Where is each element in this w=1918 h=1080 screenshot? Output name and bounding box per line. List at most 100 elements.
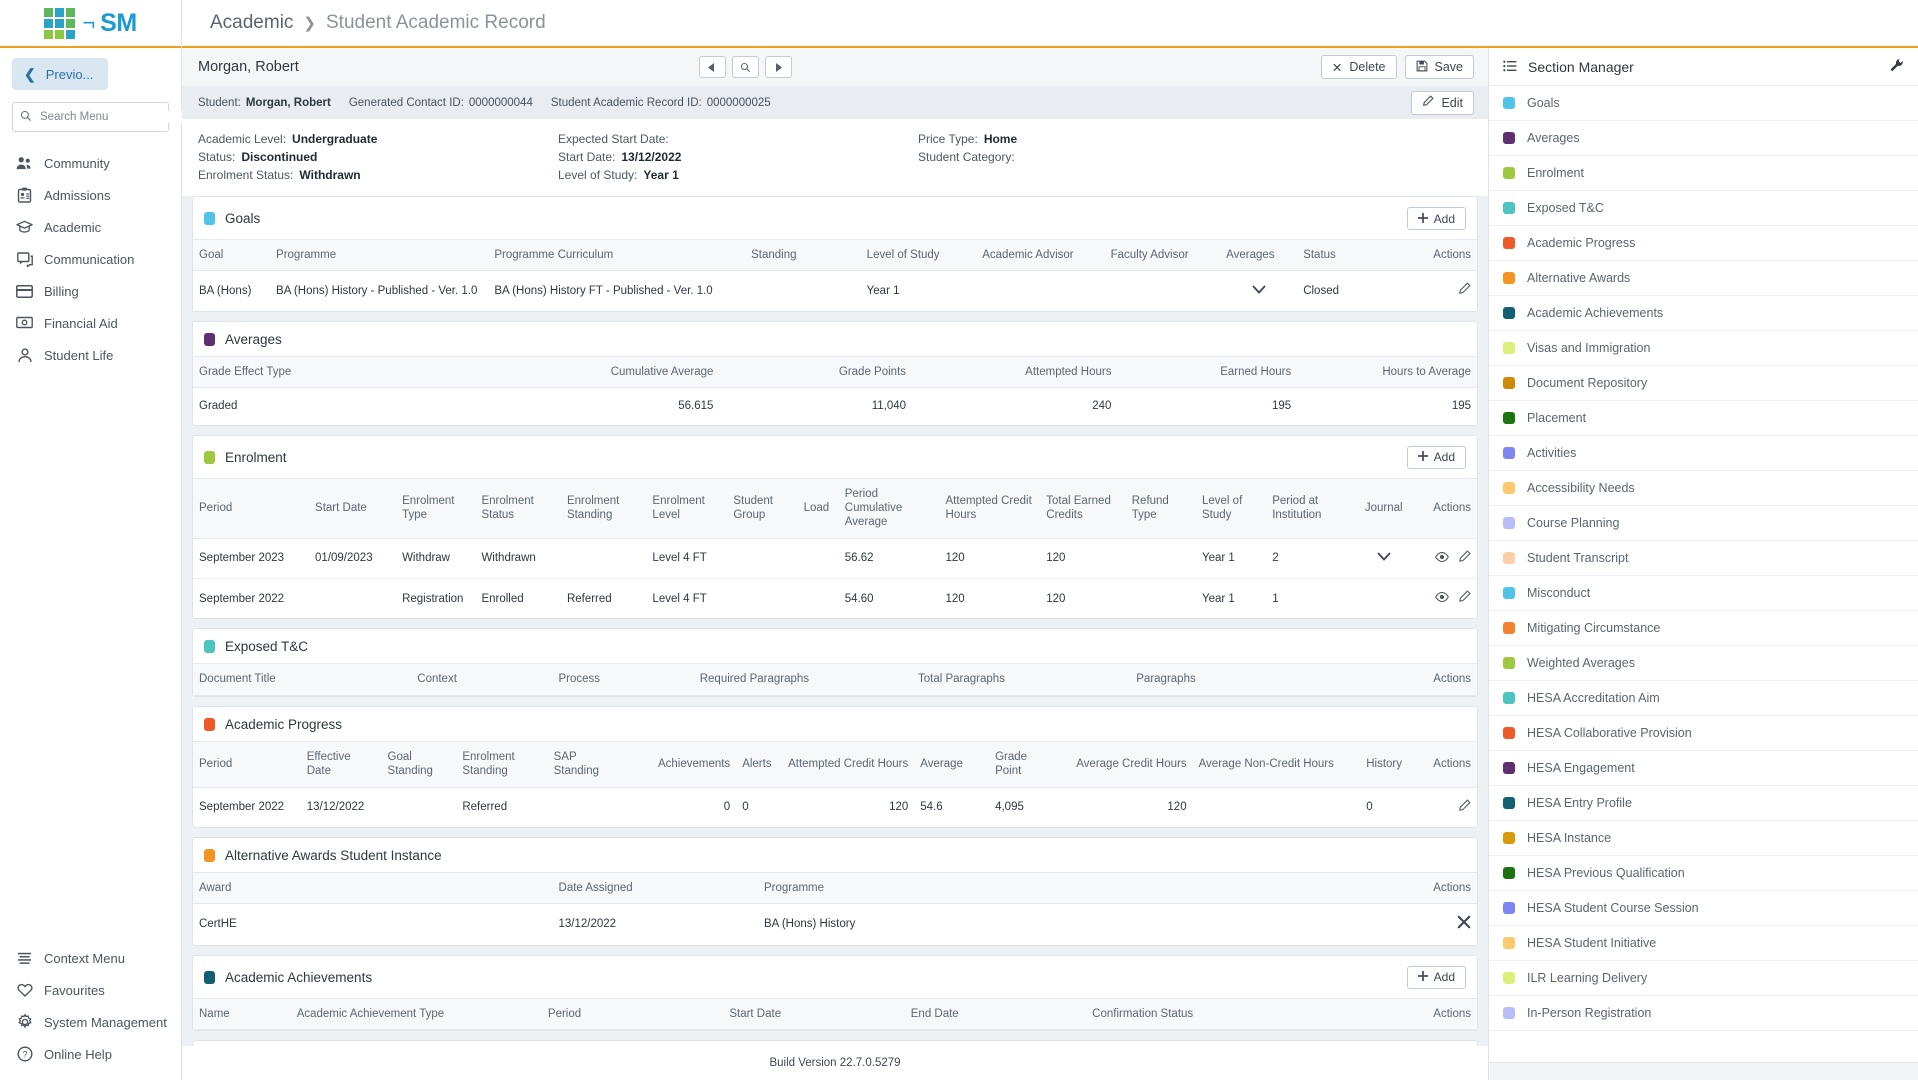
sidebar-item-academic[interactable]: Academic [0,211,181,243]
column-header: Cumulative Average [501,355,720,389]
remove-icon[interactable] [1457,915,1471,933]
section-color-swatch [1503,237,1515,249]
section-manager-item-hesa-accreditation-aim[interactable]: HESA Accreditation Aim [1489,681,1918,716]
section-manager-item-academic-progress[interactable]: Academic Progress [1489,226,1918,261]
edit-icon[interactable] [1458,282,1471,299]
column-header: Achievements [625,740,737,788]
sidebar-item-student-life[interactable]: Student Life [0,339,181,371]
sidebar-item-financial-aid[interactable]: Financial Aid [0,307,181,339]
section-manager-item-student-transcript[interactable]: Student Transcript [1489,541,1918,576]
table-cell: 1 [1272,592,1279,605]
delete-button[interactable]: ✕ Delete [1320,55,1397,79]
edit-icon[interactable] [1458,550,1471,567]
add-button-label: Add [1433,970,1455,985]
section-manager-item-ilr-learning-delivery[interactable]: ILR Learning Delivery [1489,961,1918,996]
section-manager-item-hesa-instance[interactable]: HESA Instance [1489,821,1918,856]
table-row[interactable]: September 2023 01/09/2023 Withdraw Withdraw… [193,538,1477,580]
sidebar-item-community[interactable]: Community [0,147,181,179]
column-header: Confirmation Status [1086,997,1366,1030]
section-manager-item-course-planning[interactable]: Course Planning [1489,506,1918,541]
brand-logo[interactable]: ¬ SM [0,0,181,48]
section-manager-item-averages[interactable]: Averages [1489,121,1918,156]
table-cell: Closed [1303,284,1339,297]
add-button[interactable]: Add [1406,207,1466,230]
sidebar-item-billing[interactable]: Billing [0,275,181,307]
column-header: Grade Point [989,740,1058,788]
add-button[interactable]: Add [1406,445,1466,469]
section-manager-item-hesa-previous-qualification[interactable]: HESA Previous Qualification [1489,856,1918,891]
section-manager-item-hesa-engagement[interactable]: HESA Engagement [1489,751,1918,786]
search-menu-box[interactable]: ✕ [12,102,213,132]
section-manager-item-enrolment[interactable]: Enrolment [1489,156,1918,191]
section-manager-item-goals[interactable]: Goals [1489,86,1918,121]
view-icon[interactable] [1435,591,1449,607]
section-manager-item-exposed-t-c[interactable]: Exposed T&C [1489,191,1918,226]
section-manager-item-label: HESA Previous Qualification [1527,866,1685,880]
section-manager-list[interactable]: Goals Averages Enrolment Exposed T&C Academi… [1489,86,1918,1062]
column-header: Programme [757,871,1336,905]
section-manager-item-hesa-student-course-session[interactable]: HESA Student Course Session [1489,891,1918,926]
section-manager-item-visas-and-immigration[interactable]: Visas and Immigration [1489,331,1918,366]
section-manager-item-alternative-awards[interactable]: Alternative Awards [1489,261,1918,296]
field-label: Start Date: [558,150,616,164]
column-header: Goal [193,238,271,272]
section-card-header: Alternative Awards Student Instance [193,837,1477,872]
table-row[interactable]: September 2022 13/12/2022 Referred 0 0 120 54.… [193,787,1477,827]
add-button[interactable]: Add [1406,965,1466,989]
section-manager-item-misconduct[interactable]: Misconduct [1489,576,1918,611]
table-cell: Registration [402,592,464,605]
table-row[interactable]: Graded 56.615 11,040 240 195 195 [193,388,1477,425]
table-header-row: Period Effective Date Goal Standing Enrolme… [193,740,1477,788]
chat-icon [16,251,33,267]
column-header: Effective Date [300,740,382,788]
section-manager-item-weighted-averages[interactable]: Weighted Averages [1489,646,1918,681]
table-row[interactable]: BA (Hons) BA (Hons) History - Published -… [193,271,1477,311]
view-icon[interactable] [1435,551,1449,567]
section-manager-item-placement[interactable]: Placement [1489,401,1918,436]
previous-record-button[interactable] [698,56,726,78]
previous-button[interactable]: ❮ Previo... [12,58,108,90]
chevron-down-icon[interactable] [1351,538,1416,580]
edit-icon[interactable] [1458,590,1471,607]
section-manager-item-mitigating-circumstance[interactable]: Mitigating Circumstance [1489,611,1918,646]
breadcrumb-root[interactable]: Academic [210,12,293,34]
section-color-swatch [1503,97,1515,109]
section-manager-item-label: Activities [1527,446,1577,460]
section-manager-item-accessibility-needs[interactable]: Accessibility Needs [1489,471,1918,506]
save-button[interactable]: Save [1404,55,1474,79]
section-manager-item-in-person-registration[interactable]: In-Person Registration [1489,996,1918,1031]
sidebar-item-label: Online Help [44,1046,112,1062]
section-manager-item-academic-achievements[interactable]: Academic Achievements [1489,296,1918,331]
column-header: Process [552,663,694,696]
section-card-header: Academic Achievements Add [193,955,1477,998]
table-row[interactable]: September 2022 Registration Enrolled Referr… [193,579,1477,619]
table-cell: September 2023 [193,538,310,580]
sidebar-item-favourites[interactable]: Favourites [0,974,181,1006]
edit-button[interactable]: Edit [1411,90,1474,115]
chevron-down-icon[interactable] [1220,271,1297,311]
sections-scroll-area[interactable]: Goals Add Goal Programme Programme Curriculu… [182,196,1488,1046]
sidebar-item-system-management[interactable]: System Management [0,1006,181,1038]
search-record-button[interactable] [731,56,759,78]
section-manager-item-hesa-student-initiative[interactable]: HESA Student Initiative [1489,926,1918,961]
search-input[interactable] [40,111,194,123]
section-manager-item-hesa-collaborative-provision[interactable]: HESA Collaborative Provision [1489,716,1918,751]
build-version: Build Version 22.7.0.5279 [769,1057,901,1069]
section-card-title: Enrolment [225,449,287,465]
section-color-swatch [204,640,215,654]
section-manager-item-label: Weighted Averages [1527,656,1635,670]
edit-icon[interactable] [1458,798,1471,816]
section-color-swatch [1503,832,1515,844]
section-manager-item-document-repository[interactable]: Document Repository [1489,366,1918,401]
section-manager-item-hesa-entry-profile[interactable]: HESA Entry Profile [1489,786,1918,821]
section-manager-item-activities[interactable]: Activities [1489,436,1918,471]
sidebar-item-context-menu[interactable]: Context Menu [0,942,181,974]
next-record-button[interactable] [764,56,792,78]
wrench-icon[interactable] [1889,58,1904,76]
sidebar-item-online-help[interactable]: ? Online Help [0,1038,181,1070]
sidebar-item-admissions[interactable]: Admissions [0,179,181,211]
sidebar-item-communication[interactable]: Communication [0,243,181,275]
table-row[interactable]: CertHE 13/12/2022 BA (Hons) History [193,904,1477,945]
section-color-swatch [1503,552,1515,564]
field-value: Withdrawn [299,168,361,182]
